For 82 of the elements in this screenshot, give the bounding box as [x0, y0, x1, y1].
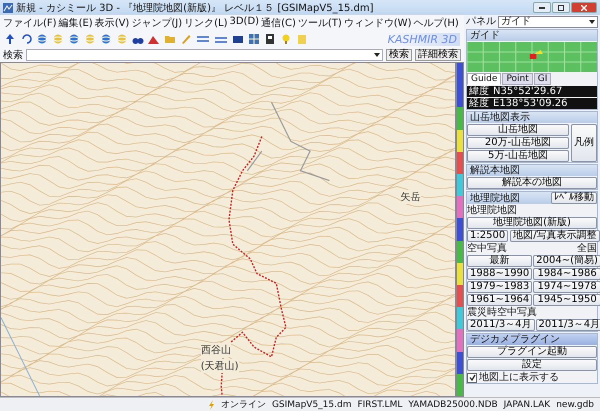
tab[interactable]: Guide: [467, 73, 502, 85]
dropdown-arrow-icon: [589, 20, 595, 24]
date-button[interactable]: 2011/3～4月: [467, 319, 535, 331]
year-button[interactable]: 1988~1990: [467, 268, 532, 280]
year-button[interactable]: 1961~1964: [467, 294, 532, 306]
search-field[interactable]: [26, 48, 383, 60]
lightbulb-icon[interactable]: [280, 33, 292, 45]
grid-icon[interactable]: [248, 33, 260, 45]
level-button[interactable]: ﾚﾍﾞﾙ移動: [551, 192, 597, 204]
date-button[interactable]: 2011/3～4月: [536, 319, 600, 331]
loaded-file: GSIMapV5_15.dm: [272, 400, 352, 410]
window-title: 新規 - カシミール 3D - 『地理院地図(新版)』 レベル１５ [GSIMapV5_15.dm]: [16, 2, 374, 14]
globe-icon[interactable]: [36, 33, 48, 45]
map-button[interactable]: 山岳地図: [467, 124, 569, 136]
map-button[interactable]: 地理院地図(新版): [467, 217, 597, 229]
search-button[interactable]: 詳細検索: [415, 48, 461, 60]
menu-item[interactable]: リンク(L): [184, 16, 228, 30]
section-header[interactable]: 山岳地図表示: [467, 112, 597, 123]
plugin-button[interactable]: プラグイン起動: [467, 346, 597, 358]
adjust-button[interactable]: 地図/写真表示調整: [510, 230, 600, 242]
scale-button[interactable]: 1:2500: [467, 230, 508, 242]
map-button[interactable]: 5万-山岳地図: [467, 150, 569, 162]
coordinate-row: 緯度 N35°52'29.67: [467, 86, 597, 97]
section-header[interactable]: 解説本地図: [467, 165, 597, 176]
undo-icon[interactable]: [20, 33, 32, 45]
year-button[interactable]: 2004~(簡易): [533, 255, 600, 267]
app-logo: KASHMIR 3D: [388, 32, 460, 46]
map-type-label: 地理院地図: [467, 205, 518, 216]
panel-label: パネル: [466, 16, 496, 27]
loaded-file: JAPAN.LAK: [504, 400, 550, 410]
maximize-icon: [558, 4, 564, 10]
close-button[interactable]: [571, 2, 597, 13]
loaded-file: FIRST.LML: [357, 400, 402, 410]
close-icon: [581, 4, 587, 10]
menu-item[interactable]: ジャンプ(J): [131, 16, 182, 30]
aerial-photo-label: 空中写真: [467, 243, 507, 254]
coordinate-row: 経度 E138°53'09.26: [467, 98, 597, 109]
loaded-file: new.gdb: [556, 400, 594, 410]
minimize-icon: [539, 6, 545, 8]
menu-item[interactable]: 編集(E): [58, 16, 93, 30]
year-button[interactable]: 1945~1950: [533, 294, 600, 306]
year-button[interactable]: 最新: [467, 255, 532, 267]
section-header[interactable]: 地理院地図: [467, 192, 523, 204]
search-label: 検索: [3, 48, 23, 62]
dropdown-arrow-icon: [374, 52, 380, 56]
year-button[interactable]: 1984~1986: [533, 268, 600, 280]
maximize-button[interactable]: [552, 2, 570, 13]
tab[interactable]: GI: [534, 73, 552, 85]
year-button[interactable]: 1979~1983: [467, 281, 532, 293]
plugin-button[interactable]: 設定: [467, 359, 597, 371]
quake-photo-label: 震災時空中写真: [467, 307, 538, 318]
menu-item[interactable]: ウィンドウ(W): [344, 16, 412, 30]
year-button[interactable]: 1974~1978: [533, 281, 600, 293]
printer-icon[interactable]: [264, 33, 276, 45]
menu-item[interactable]: 表示(V): [94, 16, 130, 30]
show-on-map-checkbox[interactable]: 地図上に表示する: [467, 372, 597, 383]
menu-item[interactable]: ツール(T): [298, 16, 342, 30]
map-label: (天君山): [200, 359, 239, 374]
upload-icon[interactable]: [4, 33, 16, 45]
check-icon: [468, 374, 476, 381]
search-button[interactable]: 検索: [386, 48, 412, 60]
section-header[interactable]: ガイド: [467, 30, 597, 41]
tab[interactable]: Point: [502, 73, 533, 85]
app-icon: [3, 2, 13, 12]
section-header[interactable]: デジカメプラグイン: [467, 334, 597, 345]
map-label: 西谷山: [200, 342, 231, 357]
menu-item[interactable]: 3D(D): [229, 16, 260, 30]
menu-item[interactable]: 通信(C): [261, 16, 296, 30]
map-button[interactable]: 20万-山岳地図: [467, 137, 569, 149]
menu-item[interactable]: ヘルプ(H): [413, 16, 459, 30]
map-button[interactable]: 解説本の地図: [467, 177, 597, 189]
coverage-label: 全国: [577, 243, 597, 254]
lightning-icon: [208, 400, 215, 410]
panel-dropdown[interactable]: ガイド: [498, 16, 598, 28]
map-view[interactable]: 西谷山 (天君山) 矢岳: [0, 62, 456, 397]
minimize-button[interactable]: [533, 2, 551, 13]
legend-button[interactable]: 凡例: [571, 124, 597, 162]
loaded-file: YAMADB25000.NDB: [408, 400, 498, 410]
menu-item[interactable]: ファイル(F): [3, 16, 57, 30]
connection-status: オンライン: [220, 399, 266, 411]
globe-icon[interactable]: [68, 33, 80, 45]
globe-icon[interactable]: [100, 33, 112, 45]
